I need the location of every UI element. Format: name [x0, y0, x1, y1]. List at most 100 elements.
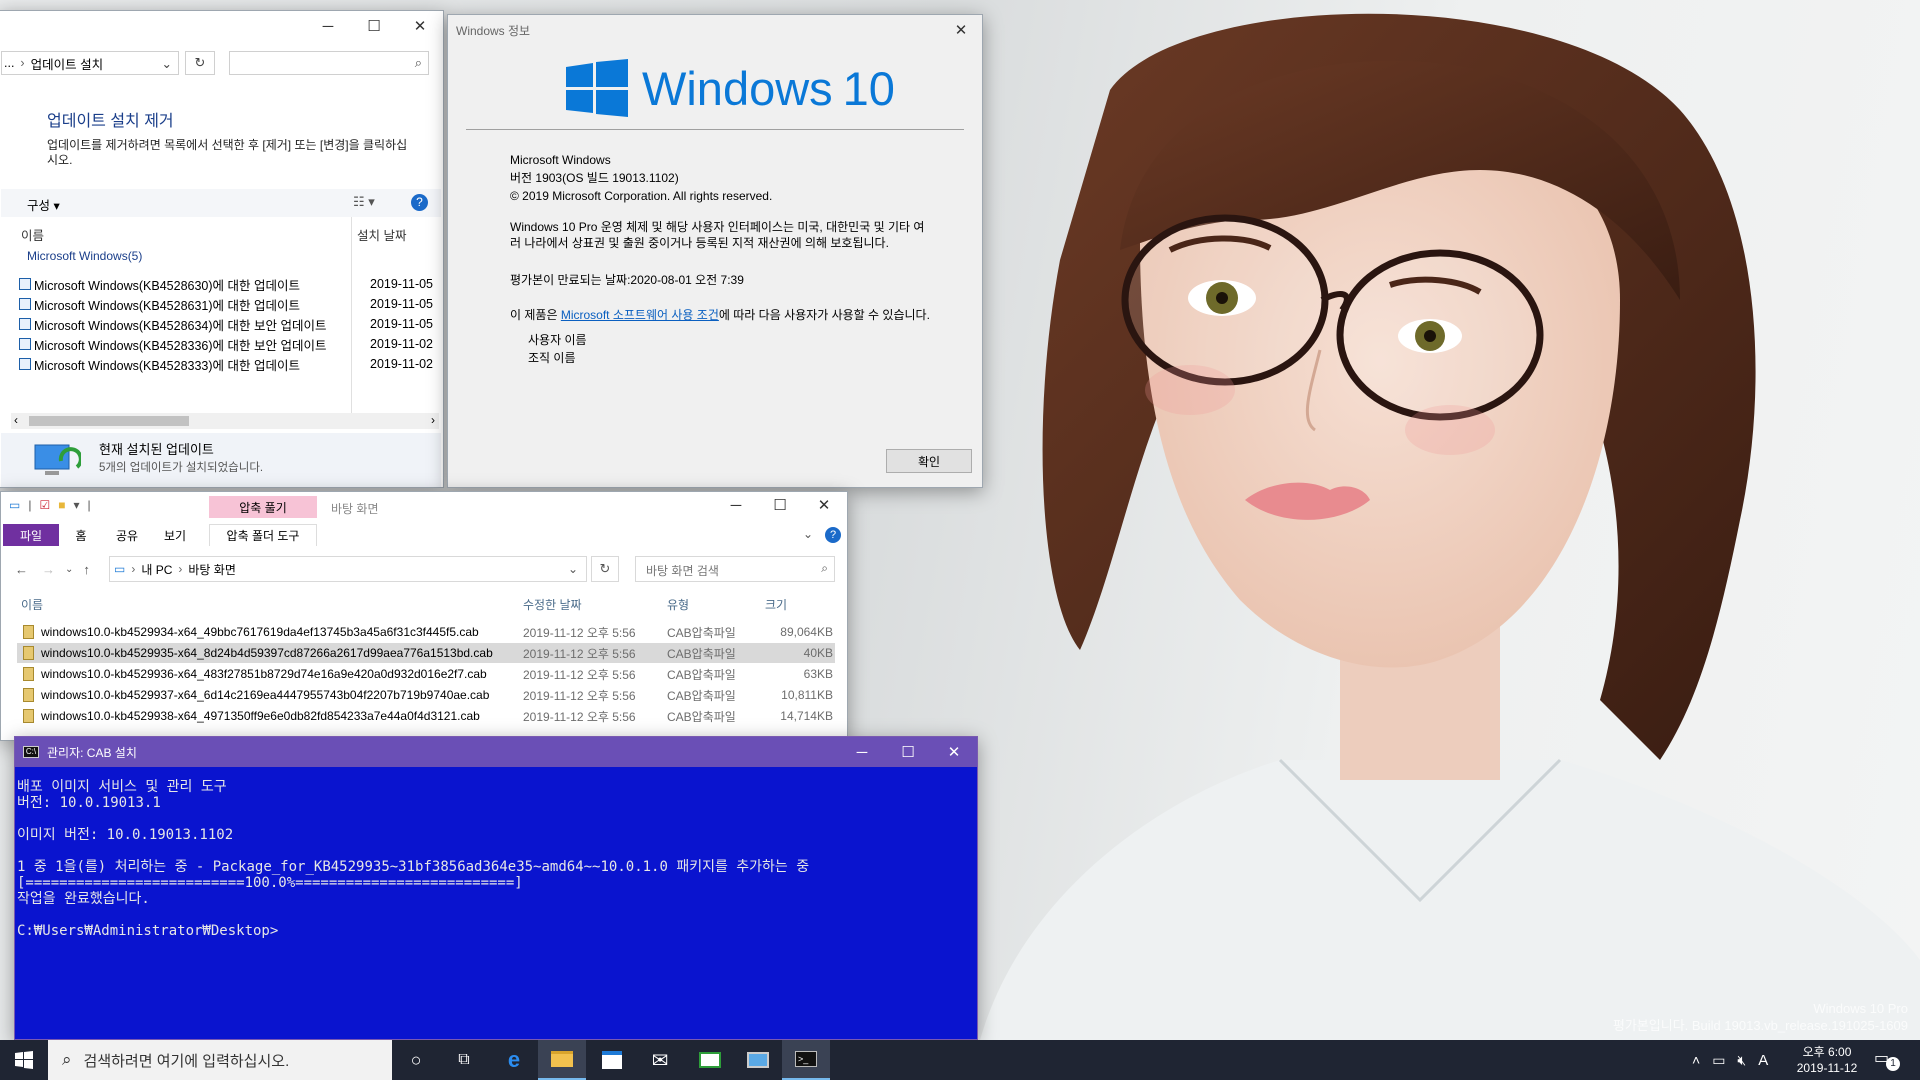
- help-icon[interactable]: ?: [411, 194, 428, 211]
- search-box[interactable]: ⌕ 검색하려면 여기에 입력하십시오.: [48, 1040, 392, 1080]
- file-row[interactable]: windows10.0-kb4529936-x64_483f27851b8729…: [17, 664, 835, 684]
- console-taskbar-icon[interactable]: >_: [782, 1040, 830, 1080]
- path-segment-pc[interactable]: 내 PC: [141, 561, 172, 578]
- update-date: 2019-11-02: [370, 357, 434, 371]
- clock-date: 2019-11-12: [1796, 1061, 1858, 1075]
- chevron-right-icon: ›: [20, 56, 25, 70]
- update-date: 2019-11-02: [370, 337, 434, 351]
- installed-updates-window: ─ ☐ ✕ ... › 업데이트 설치 ⌄ ↻ ⌕ 업데이트 설치 제거 업데이…: [0, 10, 444, 488]
- show-hidden-icons-icon[interactable]: ˄: [1692, 1052, 1700, 1068]
- minimize-button[interactable]: ─: [713, 492, 759, 518]
- notification-center-button[interactable]: ▭ 1: [1874, 1048, 1900, 1072]
- column-header-size[interactable]: 크기: [765, 596, 787, 613]
- network-icon[interactable]: ▭: [1712, 1052, 1725, 1069]
- customize-toolbar-icon[interactable]: ▾: [73, 498, 79, 512]
- close-button[interactable]: ✕: [938, 15, 984, 45]
- license-link[interactable]: Microsoft 소프트웨어 사용 조건: [561, 308, 719, 322]
- file-name: windows10.0-kb4529935-x64_8d24b4d59397cd…: [41, 646, 493, 660]
- watermark: Windows 10 Pro 평가본입니다. Build 19013.vb_re…: [1613, 1000, 1908, 1034]
- column-header-date[interactable]: 설치 날짜: [357, 225, 406, 244]
- task-view-button[interactable]: ⧉: [440, 1040, 488, 1080]
- maximize-button[interactable]: ☐: [757, 492, 803, 518]
- close-button[interactable]: ✕: [397, 11, 443, 41]
- file-explorer-icon[interactable]: [538, 1040, 586, 1080]
- refresh-button[interactable]: ↻: [185, 51, 215, 75]
- column-header-name[interactable]: 이름: [21, 596, 43, 613]
- help-icon[interactable]: ?: [825, 527, 841, 543]
- view-options-icon[interactable]: ☷ ▾: [353, 194, 375, 210]
- version-text: 버전 1903(OS 빌드 19013.1102): [510, 171, 679, 185]
- organize-button[interactable]: 구성 ▾: [27, 195, 60, 214]
- search-input[interactable]: ⌕: [229, 51, 429, 75]
- tab-home[interactable]: 홈: [59, 524, 103, 546]
- horizontal-scrollbar[interactable]: ‹ ›: [11, 413, 439, 429]
- maximize-button[interactable]: ☐: [351, 11, 397, 41]
- close-button[interactable]: ✕: [931, 737, 977, 767]
- sheet-app-icon[interactable]: [686, 1040, 734, 1080]
- properties-icon[interactable]: ☑: [39, 498, 50, 512]
- chevron-down-icon[interactable]: ⌄: [162, 56, 172, 71]
- new-folder-icon[interactable]: ■: [58, 498, 65, 512]
- minimize-button[interactable]: ─: [305, 11, 351, 41]
- update-row[interactable]: Microsoft Windows(KB4528634)에 대한 보안 업데이트…: [19, 315, 439, 333]
- update-date: 2019-11-05: [370, 317, 434, 331]
- details-subtitle: 5개의 업데이트가 설치되었습니다.: [99, 462, 264, 474]
- search-input[interactable]: 바탕 화면 검색 ⌕: [635, 556, 835, 582]
- update-row[interactable]: Microsoft Windows(KB4528336)에 대한 보안 업데이트…: [19, 335, 439, 353]
- start-button[interactable]: [0, 1040, 48, 1080]
- tab-share[interactable]: 공유: [103, 524, 151, 546]
- console-output[interactable]: 배포 이미지 서비스 및 관리 도구 버전: 10.0.19013.1 이미지 버전…: [15, 767, 977, 1039]
- refresh-button[interactable]: ↻: [591, 556, 619, 582]
- column-header-name[interactable]: 이름: [21, 225, 44, 244]
- file-row[interactable]: windows10.0-kb4529938-x64_4971350ff9e6e0…: [17, 706, 835, 726]
- cab-file-icon: [23, 625, 34, 639]
- up-icon[interactable]: ↑: [83, 562, 90, 577]
- ime-indicator[interactable]: A: [1758, 1052, 1768, 1069]
- file-name: windows10.0-kb4529934-x64_49bbc7617619da…: [41, 625, 479, 639]
- mail-icon[interactable]: ✉: [636, 1040, 684, 1080]
- command-bar: 구성 ▾ ☷ ▾ ?: [1, 189, 441, 217]
- forward-icon[interactable]: →: [42, 562, 55, 577]
- tab-view[interactable]: 보기: [151, 524, 199, 546]
- scroll-right-icon[interactable]: ›: [431, 413, 435, 427]
- volume-muted-icon[interactable]: 🔇︎: [1737, 1052, 1746, 1069]
- address-bar[interactable]: ▭ › 내 PC › 바탕 화면 ⌄: [109, 556, 587, 582]
- update-row[interactable]: Microsoft Windows(KB4528631)에 대한 업데이트 20…: [19, 295, 439, 313]
- file-row[interactable]: windows10.0-kb4529937-x64_6d14c2169ea444…: [17, 685, 835, 705]
- minimize-button[interactable]: ─: [839, 737, 885, 767]
- path-segment-desktop[interactable]: 바탕 화면: [188, 561, 236, 578]
- update-item-icon: [19, 318, 31, 330]
- chevron-down-icon[interactable]: ⌄: [568, 562, 578, 576]
- file-size: 63KB: [803, 667, 833, 681]
- ok-button[interactable]: 확인: [886, 449, 972, 473]
- store-icon[interactable]: [588, 1040, 636, 1080]
- file-row[interactable]: windows10.0-kb4529934-x64_49bbc7617619da…: [17, 622, 835, 642]
- clock[interactable]: 오후 6:00 2019-11-12: [1786, 1044, 1868, 1076]
- update-row[interactable]: Microsoft Windows(KB4528333)에 대한 업데이트 20…: [19, 355, 439, 373]
- remote-desktop-icon[interactable]: [734, 1040, 782, 1080]
- computer-icon[interactable]: ▭: [9, 498, 20, 512]
- ribbon-expand-icon[interactable]: ⌄: [803, 524, 813, 546]
- address-bar[interactable]: ... › 업데이트 설치 ⌄: [1, 51, 179, 75]
- column-header-date[interactable]: 수정한 날짜: [523, 596, 582, 613]
- console-line: 1 중 1을(를) 처리하는 중 - Package_for_KB4529935…: [17, 859, 810, 875]
- file-size: 40KB: [803, 646, 833, 660]
- watermark-edition: Windows 10 Pro: [1813, 1001, 1908, 1016]
- edge-icon[interactable]: e: [490, 1040, 538, 1080]
- recent-icon[interactable]: ⌄: [65, 564, 73, 575]
- scroll-left-icon[interactable]: ‹: [14, 413, 18, 427]
- update-row[interactable]: Microsoft Windows(KB4528630)에 대한 업데이트 20…: [19, 275, 439, 293]
- cortana-button[interactable]: ○: [392, 1040, 440, 1080]
- scrollbar-thumb[interactable]: [29, 416, 189, 426]
- tab-file[interactable]: 파일: [3, 524, 59, 546]
- maximize-button[interactable]: ☐: [885, 737, 931, 767]
- back-icon[interactable]: ←: [15, 562, 28, 577]
- group-header[interactable]: Microsoft Windows(5): [27, 249, 142, 263]
- close-button[interactable]: ✕: [801, 492, 847, 518]
- update-item-icon: [19, 298, 31, 310]
- update-name: Microsoft Windows(KB4528336)에 대한 보안 업데이트: [34, 338, 327, 353]
- tab-compressed-tools[interactable]: 압축 폴더 도구: [209, 524, 317, 546]
- column-header-type[interactable]: 유형: [667, 596, 689, 613]
- details-pane: 현재 설치된 업데이트 5개의 업데이트가 설치되었습니다.: [1, 433, 441, 487]
- file-row[interactable]: windows10.0-kb4529935-x64_8d24b4d59397cd…: [17, 643, 835, 663]
